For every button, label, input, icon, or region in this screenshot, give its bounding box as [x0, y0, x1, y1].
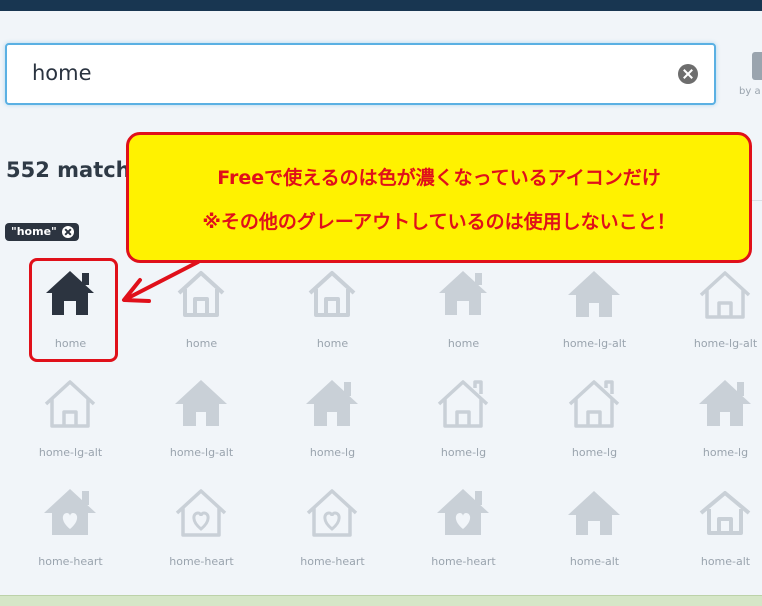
clear-search-icon[interactable] [678, 64, 698, 84]
home-lg-solid-icon [306, 380, 358, 426]
home-heart-outline-icon [175, 489, 227, 537]
free-icon-highlight [29, 258, 118, 362]
icon-result[interactable]: home-lg [398, 364, 529, 472]
filter-tag[interactable]: "home" [5, 223, 79, 241]
icon-result-label: home-lg-alt [38, 446, 103, 459]
icon-result[interactable]: home-heart [136, 473, 267, 581]
home-outline-icon [177, 271, 225, 317]
home-outline-icon [308, 271, 356, 317]
icon-result[interactable]: home-lg-alt [529, 255, 660, 363]
home-heart-solid-icon [437, 489, 489, 535]
icon-result-label: home-heart [38, 555, 103, 568]
icon-result[interactable]: home-lg-alt [660, 255, 762, 363]
icon-result-label: home [447, 337, 480, 350]
icon-result-label: home-heart [431, 555, 496, 568]
sort-label: by a [739, 86, 761, 97]
icon-result[interactable]: home-heart [5, 473, 136, 581]
icon-result[interactable]: home-alt [660, 473, 762, 581]
icon-result-label: home-heart [300, 555, 365, 568]
home-solid-icon [439, 271, 487, 315]
search-input-value: home [32, 61, 92, 85]
icon-result-label: home-lg-alt [169, 446, 234, 459]
home-lg-alt-solid-icon [175, 380, 227, 426]
home-lg-solid-icon [699, 380, 751, 426]
remove-tag-icon[interactable] [61, 226, 74, 238]
icon-result-label: home-alt [569, 555, 620, 568]
annotation-callout: Freeで使えるのは色が濃くなっているアイコンだけ ※その他のグレーアウトしてい… [126, 132, 752, 263]
icon-result[interactable]: home-lg [660, 364, 762, 472]
icon-result[interactable]: home-lg [267, 364, 398, 472]
home-alt-solid-icon [568, 491, 620, 535]
home-lg-outline-icon [568, 380, 620, 428]
icon-grid: home home home home home-lg-alt home-lg-alt ho… [5, 255, 762, 585]
icon-result[interactable]: home [136, 255, 267, 363]
home-heart-solid-icon [44, 489, 96, 535]
search-input[interactable]: home [5, 43, 716, 105]
filter-tag-label: "home" [11, 225, 57, 238]
sort-toggle-icon[interactable] [752, 52, 762, 80]
home-lg-outline-icon [437, 380, 489, 428]
icon-result[interactable]: home [267, 255, 398, 363]
home-alt-outline-icon [699, 491, 751, 535]
icon-result[interactable]: home-alt [529, 473, 660, 581]
home-lg-alt-outline-icon [44, 380, 96, 428]
results-count: 552 matchi [6, 158, 138, 182]
bottom-banner [0, 595, 762, 606]
callout-line-2: ※その他のグレーアウトしているのは使用しないこと！ [202, 211, 676, 233]
icon-result-label: home [316, 337, 349, 350]
icon-result[interactable]: home-heart [267, 473, 398, 581]
home-heart-outline-icon [306, 489, 358, 537]
icon-result-label: home-lg-alt [562, 337, 627, 350]
home-lg-alt-solid-icon [568, 271, 620, 317]
home-lg-alt-outline-icon [699, 271, 751, 319]
top-navbar [0, 0, 762, 11]
icon-result-label: home-lg [309, 446, 356, 459]
icon-result-label: home [185, 337, 218, 350]
icon-result-label: home-lg [702, 446, 749, 459]
icon-result[interactable]: home [398, 255, 529, 363]
icon-result-label: home-lg-alt [693, 337, 758, 350]
icon-result-label: home-lg [440, 446, 487, 459]
icon-result-label: home-heart [169, 555, 234, 568]
icon-result[interactable]: home-lg-alt [5, 364, 136, 472]
callout-line-1: Freeで使えるのは色が濃くなっているアイコンだけ [217, 167, 661, 189]
icon-result-label: home-lg [571, 446, 618, 459]
icon-result[interactable]: home-lg-alt [136, 364, 267, 472]
icon-result[interactable]: home-heart [398, 473, 529, 581]
icon-result[interactable]: home-lg [529, 364, 660, 472]
icon-result-label: home-alt [700, 555, 751, 568]
